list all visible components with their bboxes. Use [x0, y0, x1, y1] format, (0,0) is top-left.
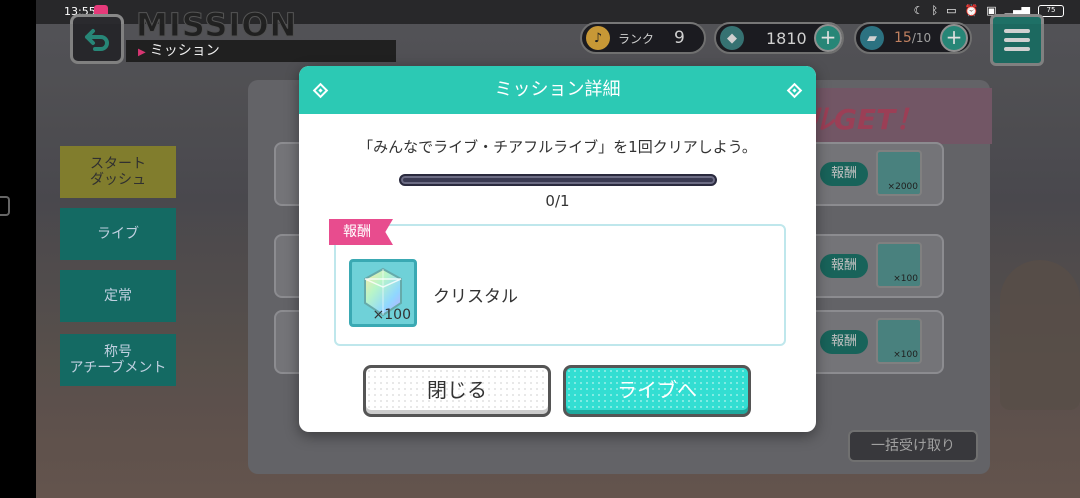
- dialog-title: ミッション詳細: [494, 79, 621, 100]
- reward-item-name: クリスタル: [433, 287, 518, 307]
- alarm-icon: ⏰: [964, 4, 979, 17]
- game-screen: 13:55 ☾ ᛒ ▭ ⏰ ▣ ▂▄▆ 75 MISSION ▶ ミッション ♪ …: [36, 0, 1080, 498]
- reward-label: 報酬: [329, 219, 393, 245]
- bluetooth-icon: ᛒ: [931, 4, 939, 17]
- dialog-header: ミッション詳細: [299, 66, 816, 114]
- mission-description: 「みんなでライブ・チアフルライブ」を1回クリアしよう。: [358, 138, 757, 156]
- crystal-icon: ×100: [349, 259, 417, 327]
- progress-text: 0/1: [545, 192, 570, 210]
- close-button[interactable]: 閉じる: [363, 365, 551, 417]
- go-to-live-button[interactable]: ライブへ: [563, 365, 751, 417]
- mission-detail-dialog: ミッション詳細 「みんなでライブ・チアフルライブ」を1回クリアしよう。 0/1 …: [299, 66, 816, 432]
- reward-quantity: ×100: [372, 307, 411, 323]
- diamond-icon: [786, 82, 803, 99]
- toggle-icon: ▭: [946, 4, 957, 17]
- screen-bezel: [0, 0, 36, 498]
- bezel-notch: [0, 196, 10, 216]
- diamond-icon: [312, 82, 329, 99]
- moon-icon: ☾: [913, 4, 924, 17]
- mission-progress-bar: [399, 174, 717, 186]
